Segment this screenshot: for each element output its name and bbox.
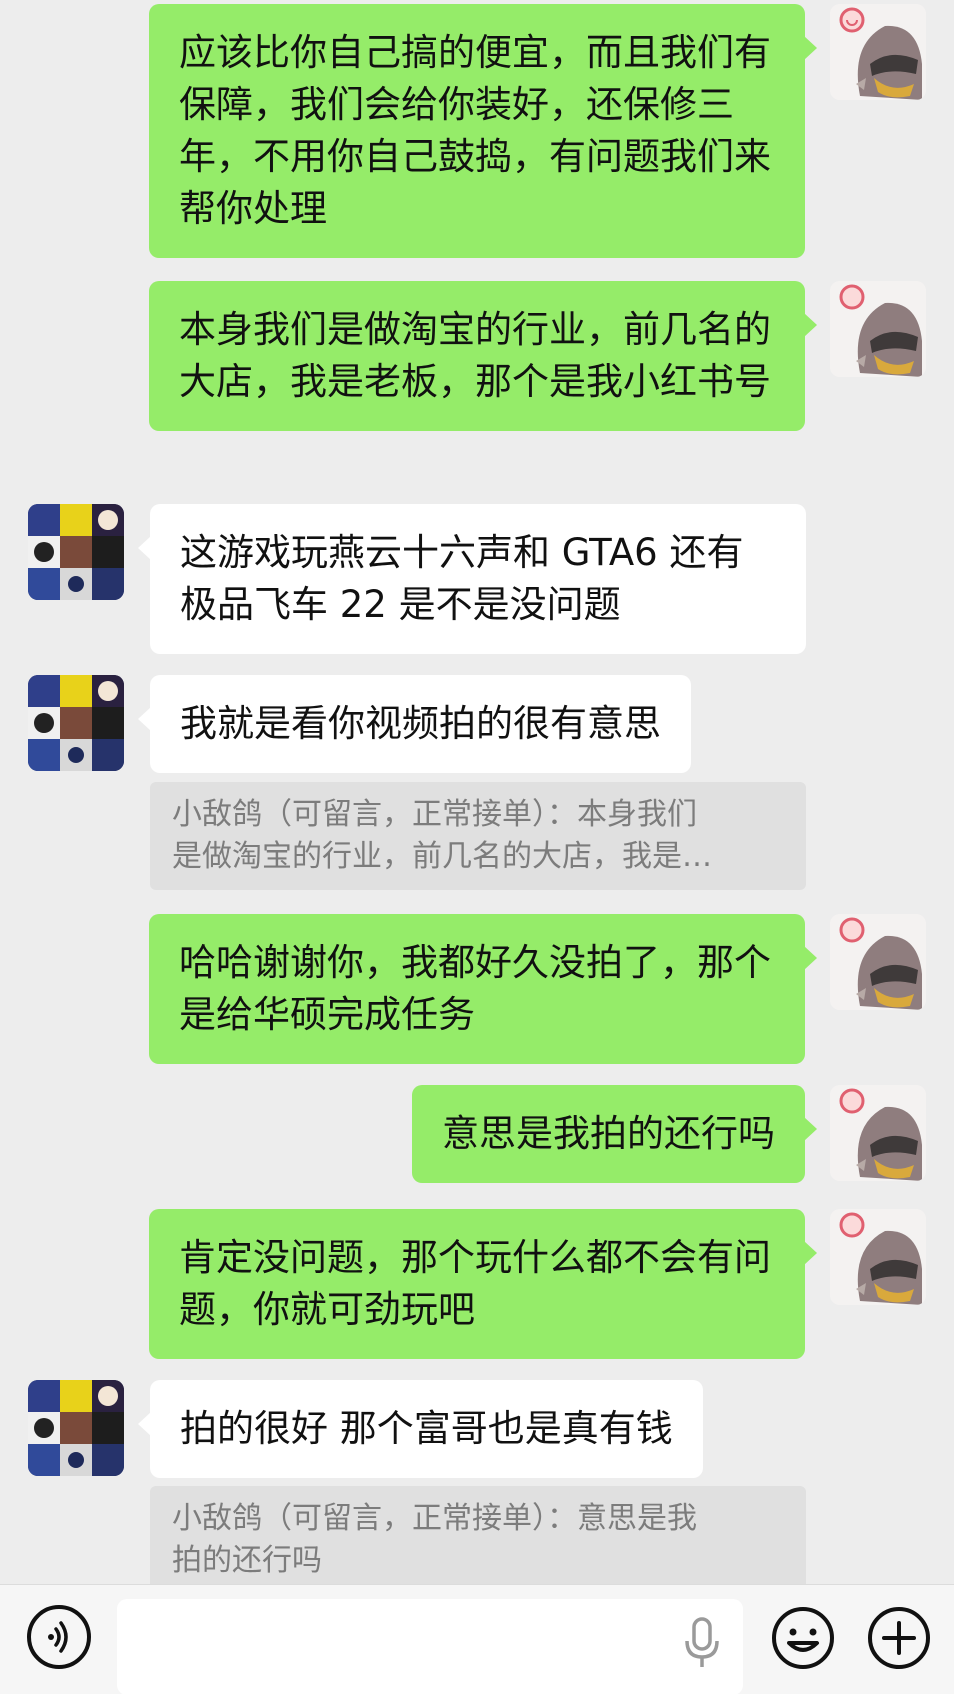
message-bubble[interactable]: 哈哈谢谢你，我都好久没拍了，那个是给华硕完成任务 (149, 914, 817, 1064)
avatar-cartoon-icon (830, 1209, 926, 1305)
message-text: 意思是我拍的还行吗 (442, 1112, 775, 1155)
more-options-button[interactable] (866, 1605, 932, 1671)
chat-area: 应该比你自己搞的便宜，而且我们有保障，我们会给你装好，还保修三年，不用你自己鼓捣… (0, 0, 954, 1584)
my-avatar[interactable] (830, 4, 926, 100)
input-bar (0, 1584, 954, 1694)
message-bubble[interactable]: 本身我们是做淘宝的行业，前几名的大店，我是老板，那个是我小红书号 (149, 281, 817, 431)
quote-text-line: 是做淘宝的行业，前几名的大店，我是… (172, 839, 712, 874)
emoji-button[interactable] (770, 1605, 836, 1671)
contact-avatar[interactable] (28, 504, 124, 600)
quote-text-line: 拍的还行吗 (172, 1543, 322, 1578)
message-text: 肯定没问题，那个玩什么都不会有问题，你就可劲玩吧 (179, 1236, 771, 1331)
message-bubble[interactable]: 应该比你自己搞的便宜，而且我们有保障，我们会给你装好，还保修三年，不用你自己鼓捣… (149, 4, 817, 258)
message-bubble[interactable]: 拍的很好 那个富哥也是真有钱 (138, 1380, 703, 1478)
avatar-collage-icon (28, 675, 124, 771)
my-avatar[interactable] (830, 1085, 926, 1181)
avatar-cartoon-icon (830, 1085, 926, 1181)
quoted-message[interactable]: 小敌鸽（可留言，正常接单）：意思是我 拍的还行吗 (150, 1486, 806, 1584)
my-avatar[interactable] (830, 281, 926, 377)
voice-input-button[interactable] (27, 1605, 91, 1669)
quoted-message[interactable]: 小敌鸽（可留言，正常接单）：本身我们 是做淘宝的行业，前几名的大店，我是… (150, 782, 806, 890)
avatar-cartoon-icon (830, 4, 926, 100)
message-bubble[interactable]: 肯定没问题，那个玩什么都不会有问题，你就可劲玩吧 (149, 1209, 817, 1359)
quote-text-line: 小敌鸽（可留言，正常接单）：本身我们 (172, 797, 697, 832)
message-bubble[interactable]: 这游戏玩燕云十六声和 GTA6 还有极品飞车 22 是不是没问题 (138, 504, 806, 654)
contact-avatar[interactable] (28, 675, 124, 771)
message-text: 拍的很好 那个富哥也是真有钱 (180, 1407, 673, 1450)
message-bubble[interactable]: 我就是看你视频拍的很有意思 (138, 675, 691, 773)
avatar-collage-icon (28, 1380, 124, 1476)
my-avatar[interactable] (830, 1209, 926, 1305)
avatar-collage-icon (28, 504, 124, 600)
my-avatar[interactable] (830, 914, 926, 1010)
message-text: 哈哈谢谢你，我都好久没拍了，那个是给华硕完成任务 (179, 941, 771, 1036)
message-bubble[interactable]: 意思是我拍的还行吗 (412, 1085, 817, 1183)
microphone-icon[interactable] (684, 1617, 720, 1669)
voice-wave-icon (48, 1621, 68, 1653)
quote-text-line: 小敌鸽（可留言，正常接单）：意思是我 (172, 1501, 697, 1536)
avatar-cartoon-icon (830, 914, 926, 1010)
message-text: 本身我们是做淘宝的行业，前几名的大店，我是老板，那个是我小红书号 (179, 308, 771, 403)
avatar-cartoon-icon (830, 281, 926, 377)
message-text: 这游戏玩燕云十六声和 GTA6 还有极品飞车 22 是不是没问题 (180, 531, 744, 626)
smiley-icon (772, 1607, 834, 1669)
message-text: 应该比你自己搞的便宜，而且我们有保障，我们会给你装好，还保修三年，不用你自己鼓捣… (179, 31, 771, 230)
plus-circle-icon (868, 1607, 930, 1669)
contact-avatar[interactable] (28, 1380, 124, 1476)
message-input[interactable] (117, 1599, 743, 1694)
message-text: 我就是看你视频拍的很有意思 (180, 702, 661, 745)
